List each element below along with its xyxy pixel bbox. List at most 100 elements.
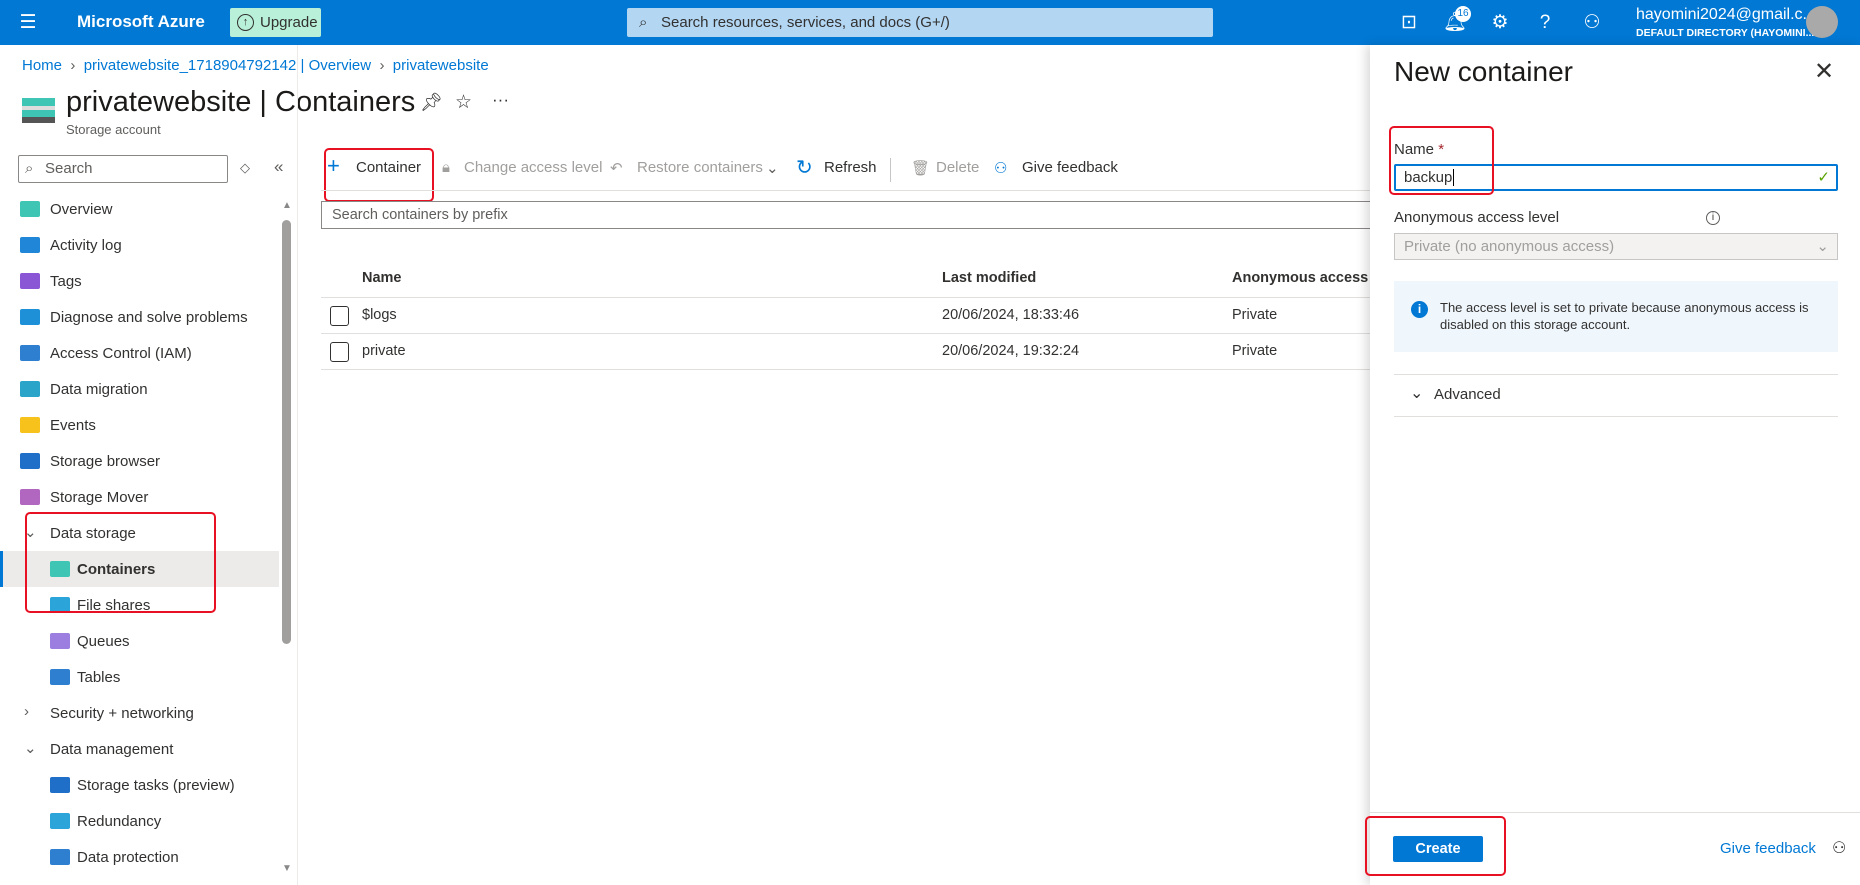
feedback-icon[interactable]: ⚇ (1580, 11, 1604, 35)
scroll-down-arrow-icon[interactable]: ▼ (282, 863, 292, 874)
access-level: Private (1232, 343, 1278, 359)
hamburger-menu-icon[interactable]: ☰ (16, 11, 40, 35)
column-name[interactable]: Name (362, 270, 402, 286)
sidebar-item-tags[interactable]: Tags (0, 263, 279, 299)
sidebar-item-events[interactable]: Events (0, 407, 279, 443)
lightning-icon (20, 417, 40, 433)
storage-account-icon (22, 98, 55, 126)
sidebar-item-overview[interactable]: Overview (0, 191, 279, 227)
container-name-link[interactable]: private (362, 343, 406, 359)
cloud-shell-icon[interactable]: ⊡ (1397, 11, 1421, 35)
divider (1394, 416, 1838, 417)
sort-icon[interactable]: ◇ (240, 160, 250, 176)
last-modified: 20/06/2024, 18:33:46 (942, 307, 1080, 323)
refresh-icon: ↻ (796, 157, 813, 179)
scroll-up-arrow-icon[interactable]: ▲ (282, 200, 292, 211)
chevron-down-icon: ⌄ (1816, 238, 1829, 255)
global-search-input[interactable]: ⌕ Search resources, services, and docs (… (627, 8, 1213, 37)
upgrade-label: Upgrade (260, 14, 318, 31)
sidebar-item-access-control-iam[interactable]: Access Control (IAM) (0, 335, 279, 371)
sidebar-scrollbar[interactable]: ▲ ▼ (281, 200, 292, 875)
search-icon: ⌕ (25, 160, 34, 177)
valid-check-icon: ✓ (1817, 169, 1830, 186)
change-access-level-button[interactable]: Change access level (464, 159, 602, 176)
row-checkbox[interactable] (330, 342, 349, 362)
container-name-link[interactable]: $logs (362, 307, 397, 323)
restore-containers-button[interactable]: Restore containers (637, 159, 763, 176)
sidebar-item-tables[interactable]: Tables (0, 659, 279, 695)
user-directory[interactable]: DEFAULT DIRECTORY (HAYOMINI... (1636, 27, 1814, 39)
highlight-box-container (324, 148, 434, 202)
cloud-icon (20, 489, 40, 505)
refresh-button[interactable]: Refresh (824, 159, 877, 176)
more-options-icon[interactable]: ··· (492, 90, 509, 110)
search-icon: ⌕ (639, 14, 648, 31)
people-icon (20, 345, 40, 361)
sidebar-item-label: Diagnose and solve problems (50, 308, 248, 326)
overview-icon (20, 201, 40, 217)
upgrade-button[interactable]: ↑ Upgrade (230, 8, 321, 37)
give-feedback-link[interactable]: Give feedback (1720, 840, 1816, 857)
delete-icon: 🗑︎ (911, 160, 931, 177)
info-icon[interactable]: i (1706, 211, 1720, 225)
sidebar-item-label: Tags (50, 272, 82, 290)
sidebar-item-label: Events (50, 416, 96, 434)
sidebar-item-storage-mover[interactable]: Storage Mover (0, 479, 279, 515)
sidebar-item-security-networking[interactable]: › Security + networking (0, 695, 279, 731)
footer-divider (1370, 812, 1860, 813)
lock-icon: 🔒︎ (442, 159, 450, 176)
advanced-section-toggle[interactable]: ⌄ Advanced (1394, 375, 1838, 416)
table-row[interactable]: $logs 20/06/2024, 18:33:46 Private (321, 298, 1370, 334)
sidebar-item-diagnose-and-solve-problems[interactable]: Diagnose and solve problems (0, 299, 279, 335)
pin-icon[interactable]: 📌︎ (420, 92, 443, 113)
shield-icon (50, 849, 70, 865)
close-icon[interactable]: ✕ (1814, 57, 1834, 86)
breadcrumb-storage-account[interactable]: privatewebsite (393, 57, 489, 74)
row-checkbox[interactable] (330, 306, 349, 326)
table-row[interactable]: private 20/06/2024, 19:32:24 Private (321, 334, 1370, 370)
brand[interactable]: Microsoft Azure (77, 12, 205, 32)
collapse-sidebar-icon[interactable]: « (274, 157, 283, 177)
chevron-down-icon[interactable]: ⌄ (766, 159, 779, 177)
queue-icon (50, 633, 70, 649)
wrench-icon (20, 309, 40, 325)
delete-button[interactable]: Delete (936, 159, 979, 176)
give-feedback-button[interactable]: Give feedback (1022, 159, 1118, 176)
favorite-star-icon[interactable]: ☆ (455, 91, 472, 114)
scrollbar-thumb[interactable] (282, 220, 291, 644)
breadcrumb: Home › privatewebsite_1718904792142 | Ov… (22, 57, 489, 74)
breadcrumb-home[interactable]: Home (22, 57, 62, 74)
sidebar-item-label: Activity log (50, 236, 122, 254)
user-email[interactable]: hayomini2024@gmail.c... (1636, 6, 1816, 24)
search-placeholder: Search resources, services, and docs (G+… (661, 14, 950, 31)
chevron-down-icon[interactable]: ⌄ (24, 739, 37, 757)
sidebar-item-storage-browser[interactable]: Storage browser (0, 443, 279, 479)
sidebar-item-queues[interactable]: Queues (0, 623, 279, 659)
toolbar-divider (321, 190, 1370, 191)
sidebar-item-data-protection[interactable]: Data protection (0, 839, 279, 875)
chevron-right-icon[interactable]: › (24, 703, 29, 720)
table-header: Name Last modified Anonymous access le (321, 262, 1384, 298)
restore-icon: ↶ (610, 160, 623, 177)
sidebar-item-redundancy[interactable]: Redundancy (0, 803, 279, 839)
settings-gear-icon[interactable]: ⚙ (1488, 11, 1512, 35)
sidebar-search-input[interactable]: ⌕ Search (18, 155, 228, 183)
help-icon[interactable]: ? (1533, 11, 1557, 35)
sidebar-item-storage-tasks-preview[interactable]: Storage tasks (preview) (0, 767, 279, 803)
column-last-modified[interactable]: Last modified (942, 270, 1036, 286)
container-search-input[interactable]: Search containers by prefix (321, 201, 1370, 229)
sidebar-item-label: Redundancy (77, 812, 162, 830)
sidebar-item-label: Storage Mover (50, 488, 149, 506)
feedback-icon: ⚇ (1832, 840, 1847, 857)
sidebar-item-label: Storage tasks (preview) (77, 776, 235, 794)
sidebar-item-label: Storage browser (50, 452, 161, 470)
sidebar-item-data-management[interactable]: ⌄ Data management (0, 731, 279, 767)
sidebar-item-activity-log[interactable]: Activity log (0, 227, 279, 263)
sidebar-item-data-migration[interactable]: Data migration (0, 371, 279, 407)
column-access-level[interactable]: Anonymous access le (1232, 270, 1384, 286)
chevron-down-icon: ⌄ (1410, 385, 1424, 402)
avatar[interactable] (1806, 6, 1838, 38)
breadcrumb-resource-group[interactable]: privatewebsite_1718904792142 | Overview (84, 57, 371, 74)
feedback-icon: ⚇ (994, 160, 1008, 177)
access-level-select[interactable]: Private (no anonymous access) ⌄ (1394, 233, 1838, 260)
